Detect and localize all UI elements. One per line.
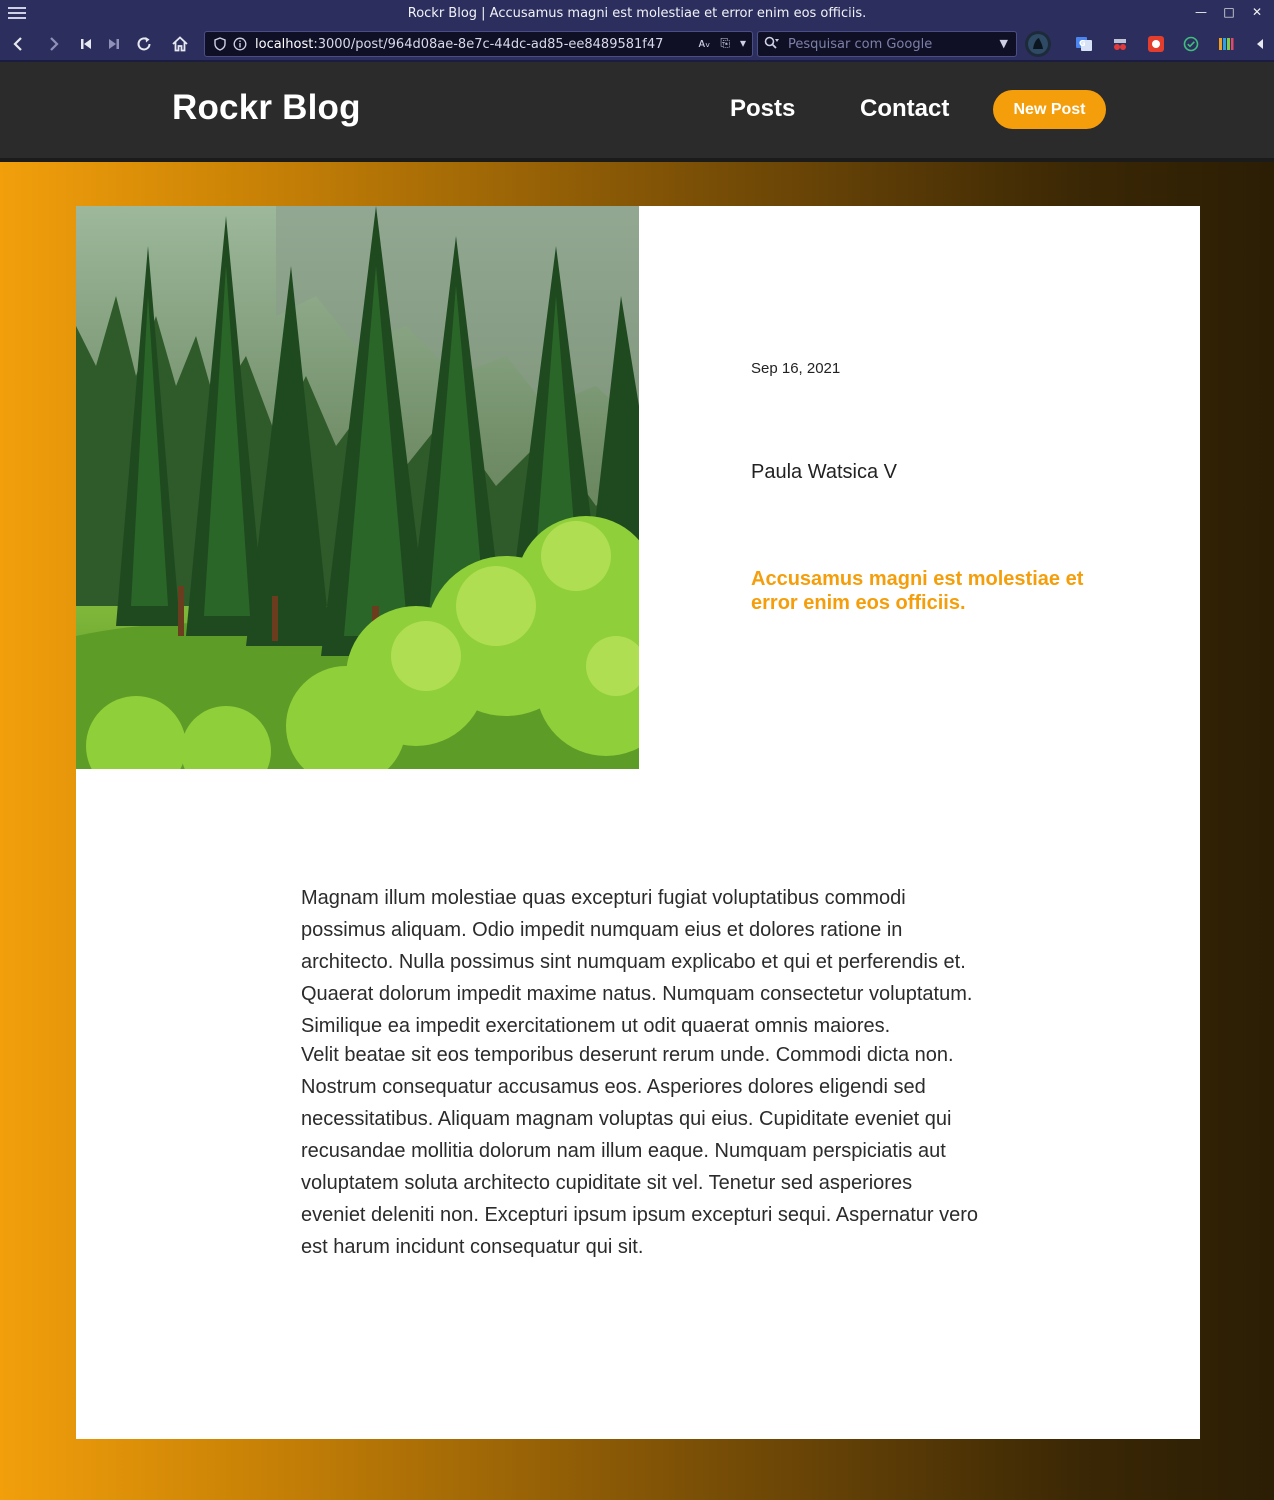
post-body: Magnam illum molestiae quas excepturi fu…: [301, 882, 981, 1263]
home-icon[interactable]: [168, 31, 192, 57]
address-bar[interactable]: localhost:3000/post/964d08ae-8e7c-44dc-a…: [204, 31, 753, 57]
window-title: Rockr Blog | Accusamus magni est molesti…: [407, 6, 867, 21]
translate-icon[interactable]: ᴀᵥ: [698, 36, 710, 51]
close-icon[interactable]: ✕: [1248, 3, 1266, 21]
overflow-menu-icon[interactable]: [1250, 31, 1270, 57]
maximize-icon[interactable]: □: [1220, 3, 1238, 21]
post-hero-image: [76, 206, 639, 769]
post-card: Sep 16, 2021 Paula Watsica V Accusamus m…: [76, 206, 1200, 1439]
bookmark-icon[interactable]: ⎘: [720, 36, 730, 51]
post-title: Accusamus magni est molestiae et error e…: [751, 568, 1084, 614]
new-post-button[interactable]: New Post: [993, 90, 1106, 129]
first-page-icon[interactable]: [74, 31, 98, 57]
post-author: Paula Watsica V: [751, 461, 897, 483]
back-icon[interactable]: [6, 31, 30, 57]
post-paragraph: Velit beatae sit eos temporibus deserunt…: [301, 1044, 979, 1258]
search-input[interactable]: [788, 36, 988, 52]
last-page-icon[interactable]: [102, 31, 126, 57]
site-logo[interactable]: Rockr Blog: [172, 88, 361, 128]
post-paragraph: Magnam illum molestiae quas excepturi fu…: [301, 887, 973, 1037]
nav-link-posts[interactable]: Posts: [730, 95, 795, 123]
browser-chrome: Rockr Blog | Accusamus magni est molesti…: [0, 0, 1274, 62]
profile-avatar-icon[interactable]: [1025, 31, 1051, 57]
page-background: Sep 16, 2021 Paula Watsica V Accusamus m…: [0, 162, 1274, 1500]
shield-icon[interactable]: [211, 35, 229, 53]
search-bar[interactable]: ▼: [757, 31, 1017, 57]
svg-text:G: G: [1079, 39, 1086, 48]
site-info-icon[interactable]: [231, 35, 249, 53]
reload-icon[interactable]: [132, 31, 156, 57]
title-bar: Rockr Blog | Accusamus magni est molesti…: [0, 0, 1274, 26]
library-icon[interactable]: [1213, 31, 1239, 57]
browser-navbar: localhost:3000/post/964d08ae-8e7c-44dc-a…: [0, 28, 1274, 60]
forward-icon[interactable]: [42, 31, 66, 57]
search-icon: [764, 36, 780, 53]
red-extension-icon[interactable]: [1143, 31, 1169, 57]
chevron-down-icon[interactable]: ▾: [740, 36, 746, 51]
google-translate-icon[interactable]: G: [1071, 31, 1097, 57]
search-dropdown-icon[interactable]: ▼: [1000, 37, 1008, 50]
check-extension-icon[interactable]: [1178, 31, 1204, 57]
minimize-icon[interactable]: —: [1192, 3, 1210, 21]
spy-extension-icon[interactable]: [1107, 31, 1133, 57]
post-date: Sep 16, 2021: [751, 360, 841, 377]
site-header: Rockr Blog Posts Contact New Post: [0, 62, 1274, 158]
nav-link-contact[interactable]: Contact: [860, 95, 949, 123]
url-text[interactable]: localhost:3000/post/964d08ae-8e7c-44dc-a…: [255, 37, 663, 52]
